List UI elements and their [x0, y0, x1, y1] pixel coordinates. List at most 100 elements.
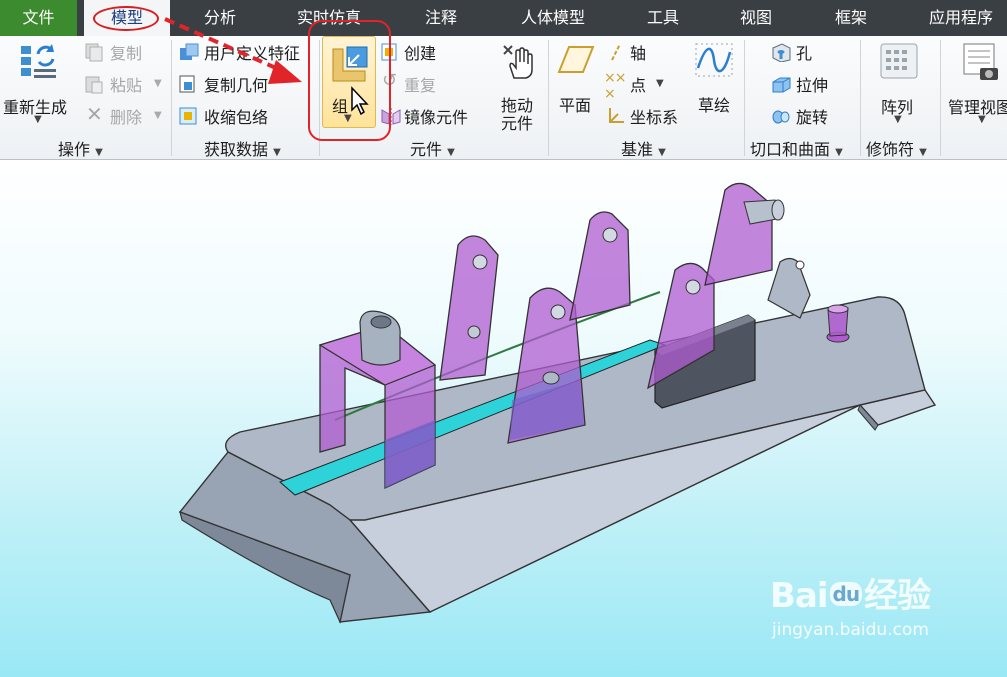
copy-geometry-label: 复制几何 — [204, 76, 269, 95]
copy-geometry-icon — [179, 75, 195, 93]
point-button[interactable]: ×× × 点 ▼ — [604, 70, 688, 102]
plane-button[interactable]: 平面 — [553, 38, 599, 130]
pattern-dropdown-caret[interactable]: ▼ — [894, 114, 902, 125]
create-label: 创建 — [404, 44, 437, 63]
sketch-icon — [695, 43, 733, 77]
delete-dropdown-caret[interactable]: ▼ — [154, 110, 162, 121]
group-label-components[interactable]: 元件 ▼ — [410, 136, 455, 160]
baidu-url-text: jingyan.baidu.com — [772, 620, 929, 640]
udf-button[interactable]: 用户定义特征 — [178, 40, 316, 64]
group-label-modifiers[interactable]: 修饰符 ▼ — [866, 136, 927, 160]
operations-group-caret: ▼ — [95, 147, 103, 158]
delete-label: 删除 — [110, 108, 143, 127]
model-viewport[interactable]: Bai du 经验 jingyan.baidu.com — [0, 161, 1007, 677]
axis-icon — [611, 43, 621, 61]
components-group-text: 元件 — [410, 140, 443, 159]
tab-tools-label: 工具 — [646, 8, 679, 27]
cut-surface-group-caret: ▼ — [835, 147, 843, 158]
hole-icon — [772, 43, 791, 62]
axis-label: 轴 — [630, 44, 647, 63]
pattern-button[interactable]: 阵列 ▼ — [874, 38, 924, 130]
modifiers-group-text: 修饰符 — [866, 140, 915, 159]
tab-view[interactable]: 视图 — [730, 0, 782, 36]
extrude-icon — [772, 77, 791, 93]
delete-icon: ✕ — [86, 102, 103, 126]
udf-icon — [180, 43, 199, 60]
ribbon-separator — [548, 40, 549, 156]
paste-dropdown-caret[interactable]: ▼ — [154, 78, 162, 89]
baidu-paw-icon: du — [829, 582, 863, 606]
shrinkwrap-label: 收缩包络 — [204, 108, 269, 127]
ribbon-tab-bar: 文件 模型 分析 实时仿真 注释 人体模型 工具 视图 框架 应用程序 — [0, 0, 1007, 37]
regenerate-button[interactable]: 重新生成 ▼ — [0, 38, 78, 130]
plane-icon — [557, 46, 595, 73]
mirror-component-label: 镜像元件 — [404, 108, 469, 127]
tab-model-annotation-circle — [93, 6, 159, 31]
group-label-operations[interactable]: 操作 ▼ — [58, 136, 103, 160]
pattern-icon — [880, 43, 918, 79]
point-label: 点 — [630, 76, 647, 95]
group-label-getdata[interactable]: 获取数据 ▼ — [204, 136, 281, 160]
tab-annotate[interactable]: 注释 — [415, 0, 467, 36]
delete-button[interactable]: ✕ 删除 ▼ — [84, 102, 170, 128]
group-label-datum[interactable]: 基准 ▼ — [621, 136, 666, 160]
point-dropdown-caret[interactable]: ▼ — [656, 78, 664, 89]
ribbon-separator — [744, 40, 745, 156]
paste-icon — [85, 76, 103, 94]
copy-label: 复制 — [110, 44, 143, 63]
revolve-icon — [772, 110, 790, 124]
tab-file[interactable]: 文件 — [0, 0, 77, 36]
group-button-annotation-box — [308, 20, 391, 141]
drag-hand-icon — [503, 45, 533, 79]
extrude-button[interactable]: 拉伸 — [770, 72, 850, 96]
axis-button[interactable]: 轴 — [604, 40, 688, 64]
baidu-logo-text: Bai du 经验 — [770, 568, 931, 617]
paste-button[interactable]: 粘贴 ▼ — [84, 72, 170, 96]
copy-button[interactable]: 复制 — [84, 40, 170, 64]
plane-label: 平面 — [559, 96, 592, 115]
tab-model[interactable]: 模型 — [84, 0, 170, 37]
tab-view-label: 视图 — [739, 8, 772, 27]
tab-annotate-label: 注释 — [424, 8, 457, 27]
copy-geometry-button[interactable]: 复制几何 — [178, 72, 308, 96]
manage-views-dropdown-caret[interactable]: ▼ — [978, 114, 986, 125]
group-label-cut-surface[interactable]: 切口和曲面 ▼ — [750, 136, 843, 160]
components-group-caret: ▼ — [447, 147, 455, 158]
tab-human-model[interactable]: 人体模型 — [510, 0, 596, 36]
tab-tools[interactable]: 工具 — [635, 0, 691, 36]
datum-group-text: 基准 — [621, 140, 654, 159]
tab-applications[interactable]: 应用程序 — [918, 0, 1004, 36]
support-fin-1 — [439, 235, 499, 381]
mirror-component-button[interactable]: 镜像元件 — [380, 104, 480, 128]
csys-label: 坐标系 — [630, 108, 679, 127]
manage-views-icon — [963, 43, 998, 80]
csys-button[interactable]: 坐标系 — [604, 104, 688, 128]
shrinkwrap-button[interactable]: 收缩包络 — [178, 104, 308, 128]
baidu-logo-cn: 经验 — [864, 576, 931, 616]
sketch-label: 草绘 — [698, 96, 731, 115]
revolve-button[interactable]: 旋转 — [770, 104, 850, 128]
shrinkwrap-icon — [179, 107, 197, 125]
sketch-button[interactable]: 草绘 — [692, 38, 738, 130]
small-purple-cup — [826, 304, 850, 343]
drag-component-button[interactable]: 拖动 元件 — [494, 42, 542, 133]
baidu-logo-latin: Bai — [770, 576, 829, 616]
tab-frame[interactable]: 框架 — [823, 0, 879, 36]
clevis-part — [767, 257, 811, 319]
tab-analysis-label: 分析 — [203, 8, 236, 27]
repeat-label: 重复 — [404, 76, 437, 95]
repeat-button[interactable]: ↺ 重复 — [380, 70, 460, 96]
copy-icon — [85, 43, 103, 62]
extrude-label: 拉伸 — [796, 76, 829, 95]
operations-group-text: 操作 — [58, 140, 91, 159]
regenerate-dropdown-caret[interactable]: ▼ — [34, 114, 42, 125]
ribbon-separator — [940, 40, 941, 156]
udf-label: 用户定义特征 — [204, 44, 301, 63]
tab-human-model-label: 人体模型 — [520, 8, 585, 27]
hole-button[interactable]: 孔 — [770, 40, 850, 64]
csys-icon — [609, 108, 624, 123]
create-button[interactable]: 创建 — [380, 40, 460, 64]
ribbon-panel: 重新生成 ▼ 复制 粘贴 ▼ ✕ 删除 ▼ 操作 ▼ 用户定义特征 复制几何 收… — [0, 36, 1007, 160]
tab-analysis[interactable]: 分析 — [192, 0, 248, 36]
manage-views-button[interactable]: 管理视图 ▼ — [944, 38, 1007, 130]
